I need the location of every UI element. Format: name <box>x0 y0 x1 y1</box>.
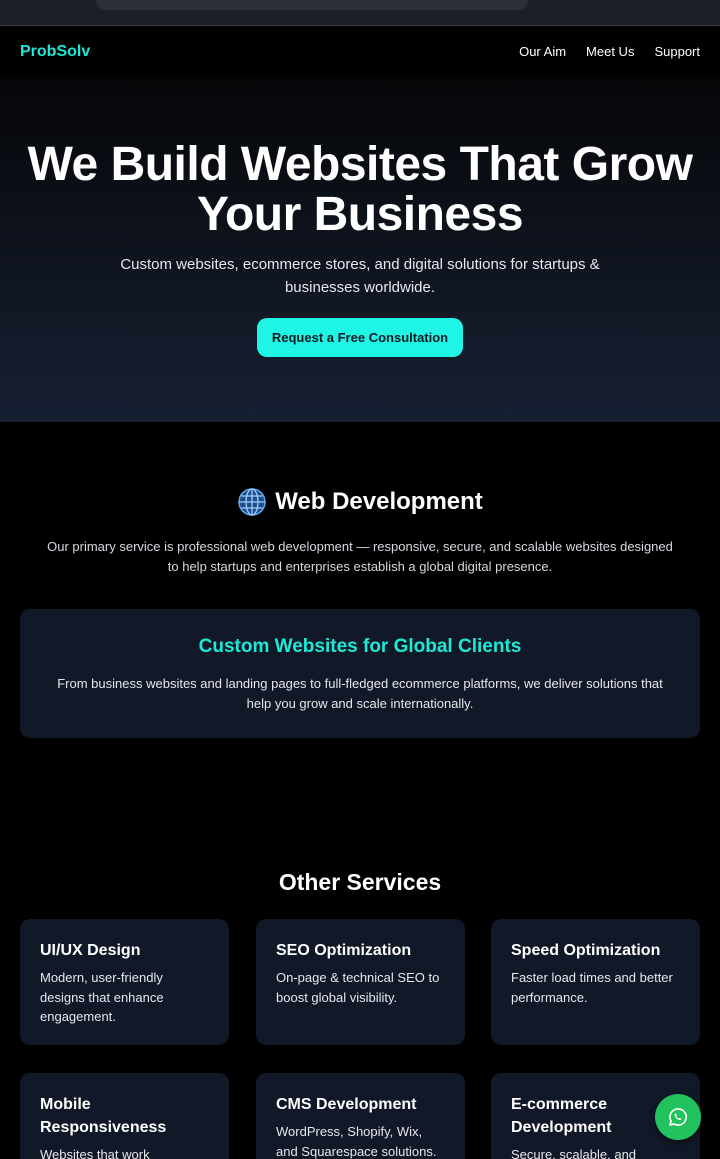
service-title: SEO Optimization <box>276 942 412 959</box>
service-description: On-page & technical SEO to boost global … <box>276 970 440 1005</box>
custom-websites-card: Custom Websites for Global Clients From … <box>20 609 700 738</box>
service-card-ui-ux: UI/UX Design Modern, user-friendly desig… <box>20 919 229 1045</box>
service-title: Speed Optimization <box>511 942 661 959</box>
service-title: UI/UX Design <box>40 942 141 959</box>
service-card-mobile: Mobile Responsiveness Websites that work <box>20 1073 229 1159</box>
web-development-description: Our primary service is professional web … <box>47 539 673 574</box>
address-bar[interactable] <box>96 0 528 10</box>
service-card-cms: CMS Development WordPress, Shopify, Wix,… <box>256 1073 465 1159</box>
whatsapp-chat-button[interactable] <box>655 1094 701 1140</box>
service-title: CMS Development <box>276 1096 417 1113</box>
custom-websites-title: Custom Websites for Global Clients <box>198 636 522 657</box>
hero-section: We Build Websites That Grow Your Busines… <box>0 77 720 422</box>
navbar: ProbSolv Our Aim Meet Us Support <box>0 27 720 77</box>
other-services-title: Other Services <box>278 869 442 895</box>
service-card-speed: Speed Optimization Faster load times and… <box>491 919 700 1045</box>
service-title: Mobile Responsiveness <box>40 1096 167 1136</box>
hero-title: We Build Websites That Grow Your Busines… <box>27 138 693 241</box>
web-development-heading: Web Development <box>0 485 720 519</box>
web-development-title: Web Development <box>275 488 483 515</box>
nav-link-meet-us[interactable]: Meet Us <box>586 44 634 59</box>
browser-top-bar <box>0 0 720 26</box>
nav-links: Our Aim Meet Us Support <box>519 44 700 59</box>
service-description: WordPress, Shopify, Wix, and Squarespace… <box>276 1124 437 1159</box>
service-description: Modern, user-friendly designs that enhan… <box>40 970 164 1024</box>
hero-subtitle: Custom websites, ecommerce stores, and d… <box>120 256 600 296</box>
globe-icon <box>238 488 266 516</box>
whatsapp-icon <box>669 1108 687 1126</box>
service-card-seo: SEO Optimization On-page & technical SEO… <box>256 919 465 1045</box>
logo[interactable]: ProbSolv <box>20 43 90 61</box>
custom-websites-description: From business websites and landing pages… <box>57 676 663 711</box>
nav-link-our-aim[interactable]: Our Aim <box>519 44 566 59</box>
service-description: Faster load times and better performance… <box>511 970 673 1005</box>
nav-link-support[interactable]: Support <box>654 44 700 59</box>
service-description: Secure, scalable, and <box>511 1147 637 1159</box>
service-title: E-commerce Development <box>511 1096 612 1136</box>
request-consultation-button[interactable]: Request a Free Consultation <box>257 318 463 357</box>
service-description: Websites that work <box>40 1147 150 1159</box>
